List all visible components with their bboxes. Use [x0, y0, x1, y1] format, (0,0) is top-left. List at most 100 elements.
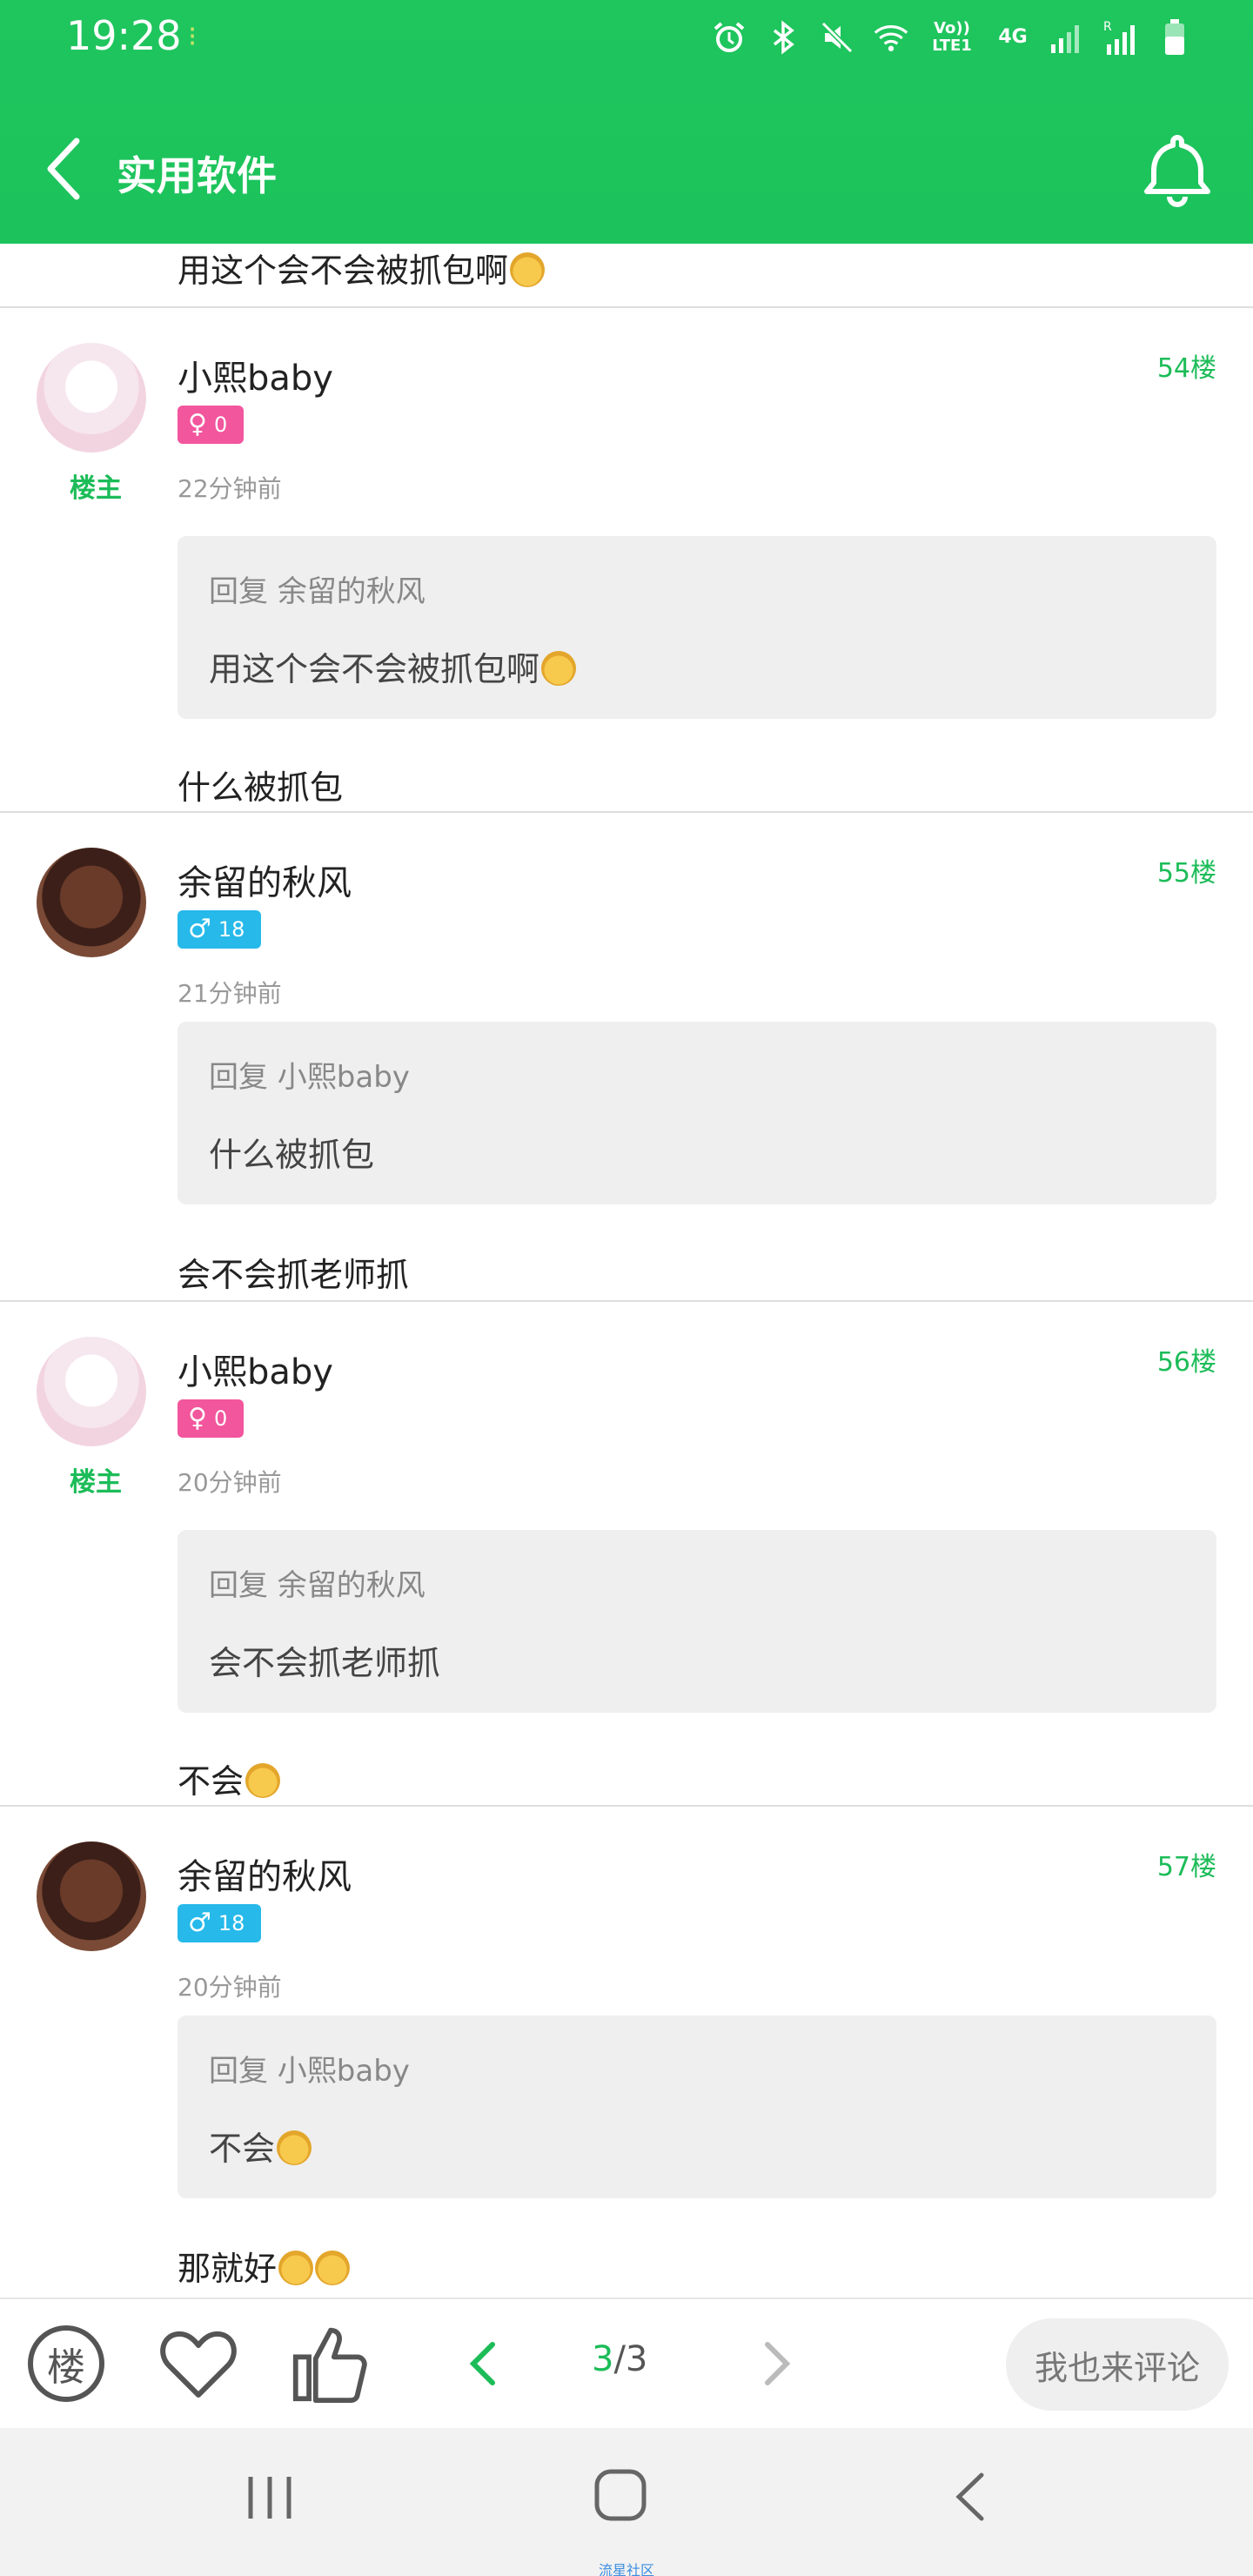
reply-text: 不会	[178, 1754, 281, 1802]
level-value: 0	[213, 413, 228, 437]
owner-tag: 楼主	[70, 1467, 122, 1498]
post-time: 21分钟前	[178, 979, 282, 1008]
smile-emoji-icon	[245, 1763, 281, 1798]
signal-roaming-icon: R	[1103, 18, 1138, 57]
smile-emoji-icon	[510, 252, 546, 287]
bluetooth-icon	[766, 18, 801, 57]
username[interactable]: 小熙baby	[178, 350, 333, 400]
avatar[interactable]	[37, 1841, 146, 1951]
quote-content: 不会	[209, 2130, 276, 2168]
reply-text: 那就好	[178, 2242, 351, 2290]
write-comment-button[interactable]: 我也来评论	[1006, 2318, 1229, 2411]
bell-icon[interactable]	[1138, 131, 1216, 209]
quote-text: 不会	[209, 2122, 312, 2170]
heart-icon	[160, 2331, 237, 2398]
favorite-button[interactable]	[158, 2324, 238, 2404]
recent-apps-icon[interactable]	[244, 2473, 296, 2522]
username[interactable]: 余留的秋风	[178, 1848, 352, 1899]
male-icon: ♂	[188, 914, 211, 944]
quote-header: 回复 余留的秋风	[209, 574, 425, 609]
gender-level-badge: ♂ 18	[178, 1904, 261, 1942]
reply-content: 不会	[178, 1762, 245, 1801]
status-time: 19:28	[66, 12, 182, 59]
male-icon: ♂	[188, 1908, 211, 1938]
username[interactable]: 余留的秋风	[178, 855, 352, 905]
floor-jump-button[interactable]: 楼	[28, 2325, 104, 2402]
bottom-action-bar: 楼 3/3 我也来评论	[0, 2298, 1253, 2428]
home-icon[interactable]	[593, 2466, 647, 2524]
battery-icon	[1157, 18, 1192, 57]
gender-level-badge: ♀ 0	[178, 1399, 244, 1438]
floor-number: 57楼	[1156, 1852, 1216, 1882]
alarm-icon	[712, 18, 747, 57]
quoted-reply[interactable]: 回复 余留的秋风 用这个会不会被抓包啊	[178, 536, 1216, 719]
chevron-left-icon	[469, 2342, 495, 2385]
smile-emoji-icon	[315, 2251, 351, 2285]
comment-item: 余留的秋风 ♂ 18 21分钟前 55楼 回复 小熙baby 什么被抓包 会不会抓…	[0, 813, 1253, 1318]
post-time: 20分钟前	[178, 1973, 282, 2002]
quote-text: 会不会抓老师抓	[209, 1644, 441, 1682]
nav-bar: 实用软件	[0, 122, 1253, 218]
back-arrow-icon[interactable]	[38, 134, 90, 204]
prev-page-button[interactable]	[444, 2324, 524, 2404]
floor-number: 55楼	[1156, 858, 1216, 889]
avatar[interactable]	[37, 343, 146, 453]
avatar[interactable]	[37, 848, 146, 957]
page-title: 实用软件	[117, 152, 277, 199]
female-icon: ♀	[188, 409, 207, 439]
current-page: 3	[592, 2339, 614, 2379]
smile-emoji-icon	[277, 2130, 312, 2165]
thumbs-up-icon	[292, 2327, 367, 2404]
next-page-button[interactable]	[736, 2324, 816, 2404]
volte-label: Vo)) LTE1	[932, 19, 972, 55]
svg-text:R: R	[1103, 20, 1112, 34]
level-value: 0	[213, 1406, 228, 1431]
owner-tag: 楼主	[70, 473, 122, 504]
quote-header: 回复 小熙baby	[209, 1060, 410, 1095]
reply-content: 那就好	[178, 2250, 278, 2288]
system-back-icon[interactable]	[948, 2470, 994, 2524]
username[interactable]: 小熙baby	[178, 1344, 333, 1394]
level-value: 18	[218, 1911, 245, 1935]
reply-text: 什么被抓包	[178, 768, 344, 807]
floor-number: 54楼	[1156, 353, 1216, 384]
partial-reply-content: 用这个会不会被抓包啊	[178, 252, 509, 290]
activity-icon: ⁝	[188, 20, 198, 53]
total-pages: /3	[613, 2339, 648, 2379]
comment-item: 楼主 小熙baby ♀ 0 22分钟前 54楼 回复 余留的秋风 用这个会不会被抓…	[0, 308, 1253, 813]
floor-number: 56楼	[1156, 1347, 1216, 1378]
comment-item: 楼主 小熙baby ♀ 0 20分钟前 56楼 回复 余留的秋风 会不会抓老师抓 …	[0, 1302, 1253, 1807]
gender-level-badge: ♂ 18	[178, 910, 261, 949]
reply-text: 会不会抓老师抓	[178, 1256, 410, 1294]
level-value: 18	[218, 917, 245, 942]
quote-header: 回复 小熙baby	[209, 2054, 410, 2089]
network-type: 4G	[998, 26, 1028, 48]
status-icons: Vo)) LTE1 4G R	[712, 16, 1192, 59]
chevron-right-icon	[765, 2342, 791, 2385]
gender-level-badge: ♀ 0	[178, 406, 244, 444]
quoted-reply[interactable]: 回复 余留的秋风 会不会抓老师抓	[178, 1530, 1216, 1713]
quoted-reply[interactable]: 回复 小熙baby 不会	[178, 2016, 1216, 2198]
like-button[interactable]	[291, 2324, 371, 2404]
smile-emoji-icon	[278, 2251, 314, 2285]
signal-icon	[1049, 18, 1084, 57]
system-nav-bar: 流星社区	[0, 2428, 1253, 2576]
quote-text: 用这个会不会被抓包啊	[209, 642, 577, 690]
post-time: 22分钟前	[178, 474, 282, 503]
female-icon: ♀	[188, 1403, 207, 1433]
comment-feed[interactable]: 用这个会不会被抓包啊 楼主 小熙baby ♀ 0 22分钟前 54楼 回复 余留的…	[0, 244, 1253, 2298]
avatar[interactable]	[37, 1337, 146, 1446]
status-bar: 19:28 ⁝ Vo)) LTE1 4G R	[0, 0, 1253, 73]
quoted-reply[interactable]: 回复 小熙baby 什么被抓包	[178, 1022, 1216, 1204]
mute-icon	[820, 18, 854, 57]
comment-item: 余留的秋风 ♂ 18 20分钟前 57楼 回复 小熙baby 不会 那就好	[0, 1807, 1253, 2298]
partial-reply-text: 用这个会不会被抓包啊	[178, 244, 546, 292]
smile-emoji-icon	[541, 651, 577, 686]
quote-header: 回复 余留的秋风	[209, 1568, 425, 1603]
quote-content: 用这个会不会被抓包啊	[209, 650, 540, 688]
wifi-icon	[874, 18, 908, 57]
page-indicator: 3/3	[592, 2339, 647, 2379]
post-time: 20分钟前	[178, 1468, 282, 1497]
app-header: 19:28 ⁝ Vo)) LTE1 4G R 实用软件	[0, 0, 1253, 244]
quote-text: 什么被抓包	[209, 1136, 375, 1174]
